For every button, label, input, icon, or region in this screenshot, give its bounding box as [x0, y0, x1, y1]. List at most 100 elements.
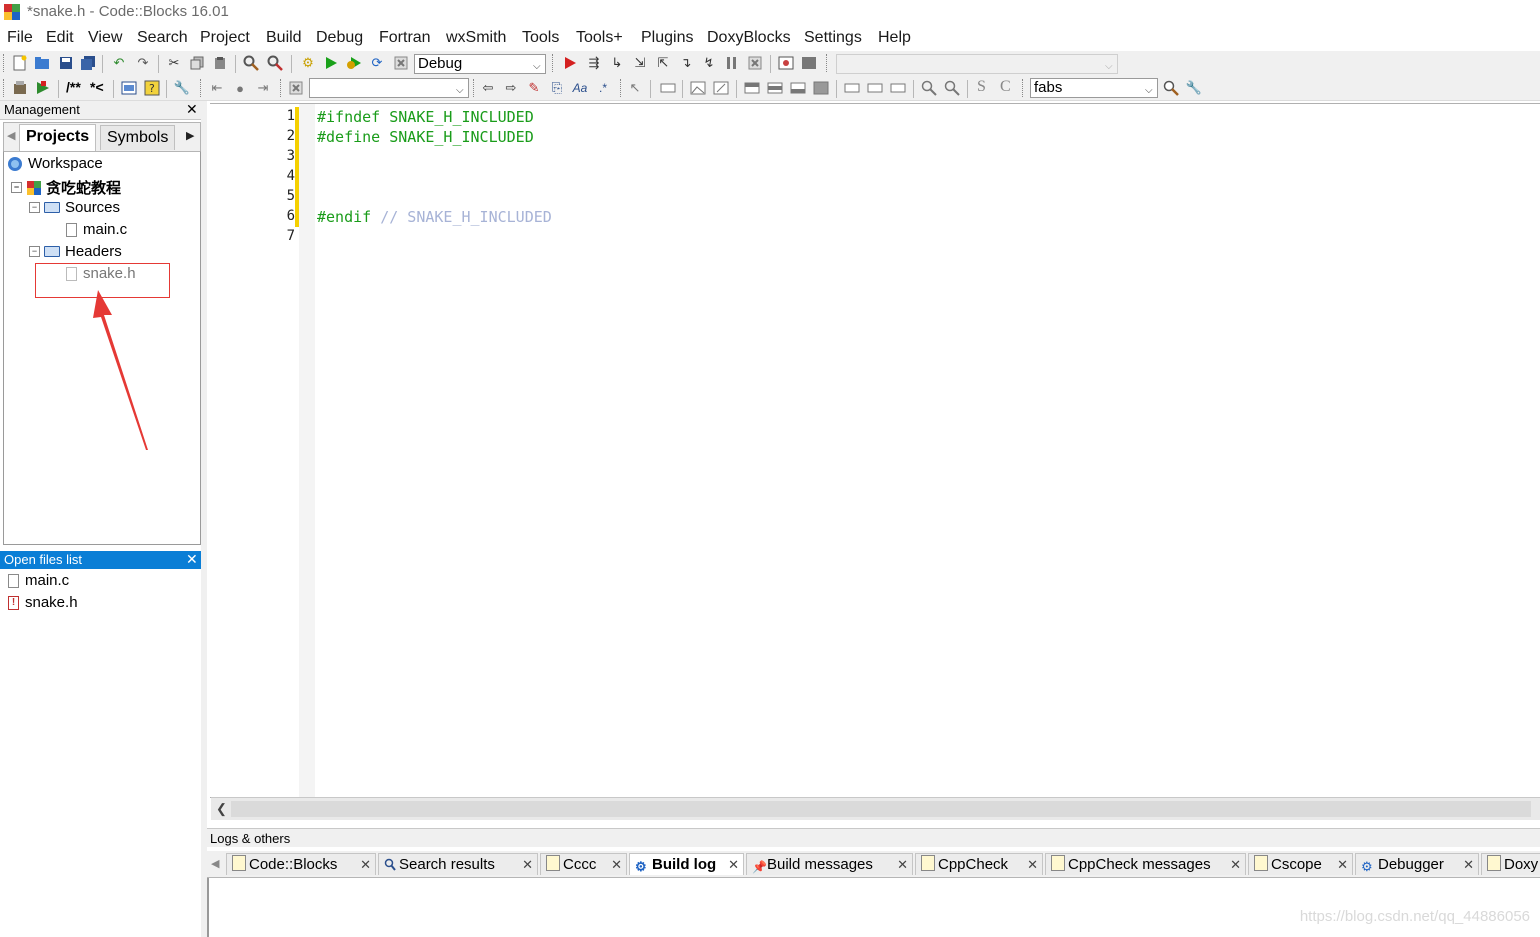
toolbar-grip[interactable]	[552, 54, 556, 72]
wxsmith-panel-icon[interactable]	[659, 79, 677, 97]
wxsmith-image-icon[interactable]	[689, 79, 707, 97]
horizontal-scrollbar[interactable]: ❮	[211, 797, 1540, 820]
cut-icon[interactable]: ✂	[165, 54, 183, 72]
new-file-icon[interactable]	[11, 54, 29, 72]
abort-icon[interactable]	[392, 54, 410, 72]
toolbar-grip[interactable]	[3, 79, 7, 97]
open-file-main-c[interactable]: main.c	[8, 572, 69, 589]
jump-forward-icon[interactable]: ⇥	[254, 79, 272, 97]
menu-settings[interactable]: Settings	[804, 29, 862, 47]
regex-icon[interactable]: .*	[594, 79, 612, 97]
pointer-tool-icon[interactable]: ↖	[626, 79, 644, 97]
menu-search[interactable]: Search	[137, 29, 188, 47]
find-icon[interactable]	[242, 54, 260, 72]
pause-icon[interactable]	[723, 54, 741, 72]
tab-cscope[interactable]: Cscope ✕	[1248, 853, 1353, 875]
tab-cccc[interactable]: Cccc ✕	[540, 853, 627, 875]
close-icon[interactable]: ✕	[1027, 854, 1038, 876]
build-target-select[interactable]: Debug ⌵	[414, 54, 546, 74]
stop-debugger-icon[interactable]	[746, 54, 764, 72]
close-icon[interactable]: ✕	[728, 854, 739, 876]
tree-item-project[interactable]: − 贪吃蛇教程	[11, 177, 121, 198]
tab-codeblocks-log[interactable]: Code::Blocks ✕	[226, 853, 376, 875]
tab-build-log[interactable]: ⚙ Build log ✕	[629, 853, 744, 875]
close-icon[interactable]: ✕	[1337, 854, 1348, 876]
jump-back-icon[interactable]: ⇤	[208, 79, 226, 97]
menu-wxsmith[interactable]: wxSmith	[446, 29, 506, 47]
toolbar-grip[interactable]	[1022, 79, 1026, 97]
zoom-in-icon[interactable]	[920, 79, 938, 97]
menu-doxyblocks[interactable]: DoxyBlocks	[707, 29, 791, 47]
toolbar-grip[interactable]	[200, 79, 204, 97]
menu-tools[interactable]: Tools	[522, 29, 559, 47]
line-comment-button[interactable]: *<	[90, 79, 104, 95]
border-all-icon[interactable]	[866, 79, 884, 97]
align-bottom-icon[interactable]	[789, 79, 807, 97]
panel-splitter[interactable]	[201, 101, 207, 937]
tab-doxyblocks[interactable]: Doxy	[1481, 853, 1540, 875]
paste-icon[interactable]	[211, 54, 229, 72]
next-instruction-icon[interactable]: ↴	[677, 54, 695, 72]
symbol-search-icon[interactable]	[1162, 79, 1180, 97]
menu-fortran[interactable]: Fortran	[379, 29, 431, 47]
run-html-icon[interactable]	[120, 79, 138, 97]
tree-item-main-c[interactable]: main.c	[66, 221, 127, 238]
save-icon[interactable]	[57, 54, 75, 72]
scrollbar-thumb[interactable]	[231, 801, 1531, 817]
tree-item-headers[interactable]: − Headers	[29, 243, 122, 260]
next-line-icon[interactable]: ↳	[608, 54, 626, 72]
step-into-instruction-icon[interactable]: ↯	[700, 54, 718, 72]
extract-documentation-icon[interactable]	[34, 79, 52, 97]
step-into-icon[interactable]: ⇲	[631, 54, 649, 72]
save-all-icon[interactable]	[79, 54, 97, 72]
fold-margin[interactable]	[299, 104, 315, 797]
tab-scroll-right-icon[interactable]: ▶	[186, 129, 194, 142]
bookmark-dot-icon[interactable]: ●	[231, 79, 249, 97]
tab-scroll-left-icon[interactable]: ◀	[211, 857, 219, 870]
toolbar-grip[interactable]	[473, 79, 477, 97]
tab-symbols[interactable]: Symbols	[100, 125, 176, 150]
s-tool-button[interactable]: S	[977, 78, 986, 96]
toolbar-grip[interactable]	[826, 54, 830, 72]
menu-edit[interactable]: Edit	[46, 29, 74, 47]
collapse-icon[interactable]: −	[29, 202, 40, 213]
step-out-icon[interactable]: ⇱	[654, 54, 672, 72]
search-previous-icon[interactable]: ⇦	[479, 79, 497, 97]
incremental-search-input[interactable]: ⌵	[309, 78, 469, 98]
block-comment-button[interactable]: /**	[66, 79, 81, 95]
collapse-icon[interactable]: −	[11, 182, 22, 193]
toolbar-grip[interactable]	[620, 79, 624, 97]
run-icon[interactable]	[322, 54, 340, 72]
menu-tools-plus[interactable]: Tools+	[576, 29, 623, 47]
replace-icon[interactable]	[266, 54, 284, 72]
menu-plugins[interactable]: Plugins	[641, 29, 693, 47]
open-file-snake-h[interactable]: ! snake.h	[8, 594, 78, 611]
tree-item-sources[interactable]: − Sources	[29, 199, 120, 216]
scroll-left-icon[interactable]: ❮	[216, 801, 227, 817]
run-to-cursor-icon[interactable]: ⇶	[585, 54, 603, 72]
tab-cppcheck[interactable]: CppCheck ✕	[915, 853, 1043, 875]
close-icon[interactable]: ✕	[611, 854, 622, 876]
copy-icon[interactable]	[188, 54, 206, 72]
doxyblocks-config-wrench-icon[interactable]: 🔧	[173, 79, 191, 97]
close-icon[interactable]: ✕	[186, 551, 198, 568]
match-case-icon[interactable]: Aa	[571, 79, 589, 97]
border-right-icon[interactable]	[889, 79, 907, 97]
toolbar-grip[interactable]	[280, 79, 284, 97]
menu-file[interactable]: File	[7, 29, 33, 47]
open-file-icon[interactable]	[33, 54, 51, 72]
close-icon[interactable]: ✕	[360, 854, 371, 876]
tab-search-results[interactable]: Search results ✕	[378, 853, 538, 875]
selected-text-only-icon[interactable]: ⎘	[548, 79, 566, 97]
border-left-icon[interactable]	[843, 79, 861, 97]
menu-debug[interactable]: Debug	[316, 29, 363, 47]
rebuild-icon[interactable]: ⟳	[368, 54, 386, 72]
close-icon[interactable]: ✕	[1463, 854, 1474, 876]
tab-cppcheck-messages[interactable]: CppCheck messages ✕	[1045, 853, 1246, 875]
doxywizard-icon[interactable]	[11, 79, 29, 97]
menu-view[interactable]: View	[88, 29, 122, 47]
close-icon[interactable]: ✕	[897, 854, 908, 876]
various-info-icon[interactable]	[800, 54, 818, 72]
menu-help[interactable]: Help	[878, 29, 911, 47]
menu-build[interactable]: Build	[266, 29, 302, 47]
